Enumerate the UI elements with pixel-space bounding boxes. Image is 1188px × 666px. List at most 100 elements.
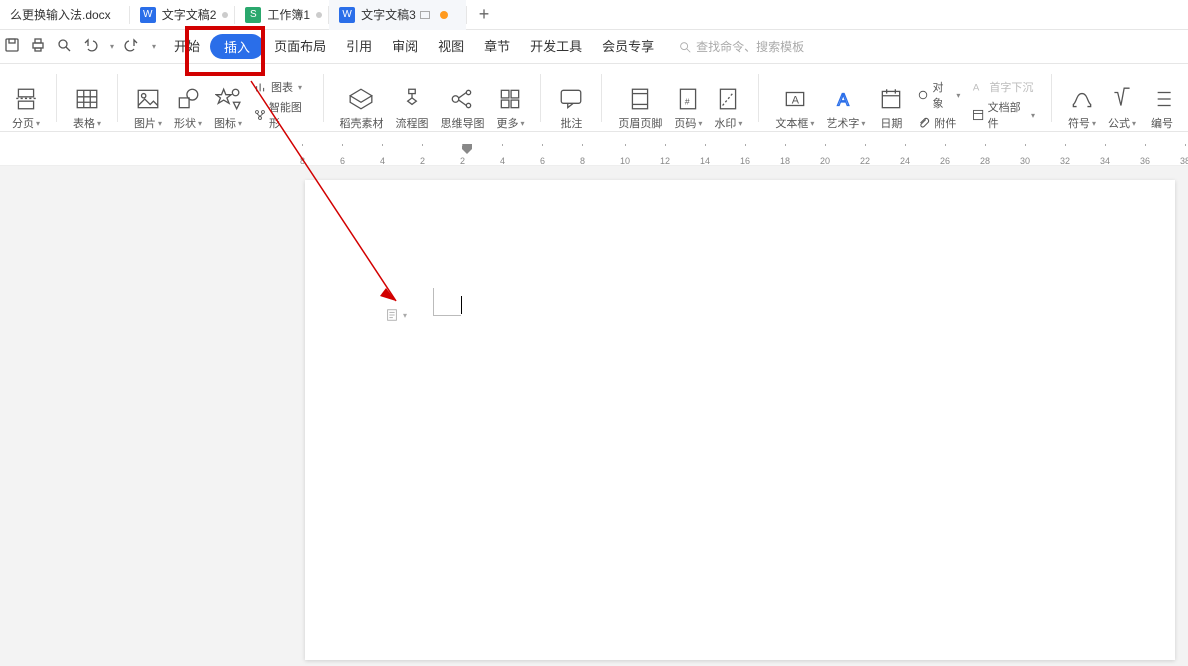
ribbon-separator — [758, 74, 759, 122]
document-workspace: ▾ — [0, 166, 1188, 666]
sheet-doc-icon: S — [245, 7, 261, 23]
word-doc-icon: W — [339, 7, 355, 23]
ribbon-label: 文档部件 — [988, 99, 1026, 131]
menu-review[interactable]: 审阅 — [382, 30, 428, 64]
search-placeholder: 查找命令、搜索模板 — [696, 38, 804, 55]
undo-dropdown[interactable]: ▾ — [110, 42, 114, 51]
ribbon-label: 图片 — [134, 115, 156, 131]
mindmap-icon — [449, 86, 475, 112]
ruler-tick: 4 — [380, 144, 385, 166]
tab-attention-dot — [440, 11, 448, 19]
chart-button[interactable]: 图表▾ — [254, 79, 307, 95]
numbering-button[interactable]: 编号 — [1142, 73, 1182, 131]
command-search[interactable]: 查找命令、搜索模板 — [678, 38, 804, 55]
quick-access-toolbar: ▾ ▾ — [0, 37, 164, 56]
ribbon-insert: 分页▾ 表格▾ 图片▾ 形状▾ 图标▾ 图表▾ 智能图形 稻壳素材 — [0, 64, 1188, 132]
ribbon-label: 图表 — [271, 79, 293, 95]
ribbon-label: 水印 — [714, 115, 736, 131]
preview-icon[interactable] — [56, 37, 72, 56]
watermark-button[interactable]: 水印▾ — [708, 73, 748, 131]
tab-doc-4[interactable]: W 文字文稿3 — [329, 0, 466, 30]
ribbon-separator — [56, 74, 57, 122]
ribbon-label: 对象 — [932, 79, 951, 111]
ribbon-label: 分页 — [12, 115, 34, 131]
menu-insert[interactable]: 插入 — [210, 34, 264, 59]
chart-icon — [254, 80, 268, 94]
ruler-tick: 6 — [540, 144, 545, 166]
chevron-down-icon: ▾ — [403, 311, 407, 320]
equation-button[interactable]: 公式▾ — [1102, 73, 1142, 131]
ruler-tick: 28 — [980, 144, 990, 166]
menu-member[interactable]: 会员专享 — [592, 30, 664, 64]
redo-icon[interactable] — [124, 37, 140, 56]
ribbon-separator — [601, 74, 602, 122]
ribbon-label: 智能图形 — [269, 99, 307, 131]
ribbon-label: 表格 — [73, 115, 95, 131]
ribbon-separator — [540, 74, 541, 122]
ruler-tick: 14 — [700, 144, 710, 166]
menu-chapter[interactable]: 章节 — [474, 30, 520, 64]
ribbon-label: 页码 — [674, 115, 696, 131]
ribbon-label: 公式 — [1108, 115, 1130, 131]
textbox-icon: A — [782, 86, 808, 112]
menu-layout[interactable]: 页面布局 — [264, 30, 336, 64]
ruler-tick: 34 — [1100, 144, 1110, 166]
ruler-tick: 16 — [740, 144, 750, 166]
smartart-button[interactable]: 智能图形 — [254, 99, 307, 131]
tab-label: 么更换输入法.docx — [10, 6, 111, 23]
qat-dropdown[interactable]: ▾ — [152, 42, 156, 51]
drop-cap-icon: A — [972, 80, 986, 94]
page-break-icon — [13, 86, 39, 112]
page-break-button[interactable]: 分页▾ — [6, 73, 46, 131]
paragraph-handle[interactable]: ▾ — [385, 308, 407, 322]
menu-bar: ▾ ▾ 开始 插入 页面布局 引用 审阅 视图 章节 开发工具 会员专享 查找命… — [0, 30, 1188, 64]
textbox-button[interactable]: A 文本框▾ — [769, 73, 820, 131]
drop-cap-button[interactable]: A首字下沉 — [972, 79, 1035, 95]
ribbon-label: 文本框 — [775, 115, 808, 131]
new-tab-button[interactable]: + — [467, 4, 502, 25]
doc-parts-icon — [972, 108, 984, 122]
shape-button[interactable]: 形状▾ — [168, 73, 208, 131]
page-number-button[interactable]: # 页码▾ — [668, 73, 708, 131]
horizontal-ruler[interactable]: 86422468101214161820222426283032343638 — [0, 144, 1188, 166]
icon-button[interactable]: 图标▾ — [208, 73, 248, 131]
ribbon-label: 批注 — [560, 115, 582, 131]
undo-icon[interactable] — [82, 37, 98, 56]
object-button[interactable]: 对象▾ — [917, 79, 960, 111]
object-icon — [917, 88, 929, 102]
comment-button[interactable]: 批注 — [551, 73, 591, 131]
menu-devtools[interactable]: 开发工具 — [520, 30, 592, 64]
picture-button[interactable]: 图片▾ — [128, 73, 168, 131]
ruler-tick: 22 — [860, 144, 870, 166]
more-button[interactable]: 更多▾ — [490, 73, 530, 131]
tab-doc-1[interactable]: 么更换输入法.docx — [0, 0, 129, 30]
document-page[interactable]: ▾ — [305, 180, 1175, 660]
ribbon-label: 编号 — [1151, 115, 1173, 131]
page-number-icon: # — [675, 86, 701, 112]
menu-view[interactable]: 视图 — [428, 30, 474, 64]
tab-doc-3[interactable]: S 工作簿1 — [235, 0, 328, 30]
ribbon-label: 流程图 — [395, 115, 428, 131]
menu-reference[interactable]: 引用 — [336, 30, 382, 64]
ruler-tick: 12 — [660, 144, 670, 166]
save-icon[interactable] — [4, 37, 20, 56]
wordart-button[interactable]: A 艺术字▾ — [820, 73, 871, 131]
flowchart-button[interactable]: 流程图 — [389, 73, 434, 131]
docer-material-button[interactable]: 稻壳素材 — [333, 73, 389, 131]
watermark-icon — [715, 86, 741, 112]
ruler-tick: 8 — [300, 144, 305, 166]
tab-doc-2[interactable]: W 文字文稿2 — [130, 0, 235, 30]
symbol-button[interactable]: 符号▾ — [1062, 73, 1102, 131]
print-icon[interactable] — [30, 37, 46, 56]
table-button[interactable]: 表格▾ — [67, 73, 107, 131]
tab-label: 文字文稿3 — [361, 6, 416, 23]
menu-start[interactable]: 开始 — [164, 30, 210, 64]
header-footer-button[interactable]: 页眉页脚 — [612, 73, 668, 131]
equation-icon — [1109, 86, 1135, 112]
mindmap-button[interactable]: 思维导图 — [434, 73, 490, 131]
date-button[interactable]: 日期 — [871, 73, 911, 131]
attachment-button[interactable]: 附件 — [917, 115, 960, 131]
ruler-tick: 2 — [420, 144, 425, 166]
doc-parts-button[interactable]: 文档部件▾ — [972, 99, 1035, 131]
more-icon — [497, 86, 523, 112]
